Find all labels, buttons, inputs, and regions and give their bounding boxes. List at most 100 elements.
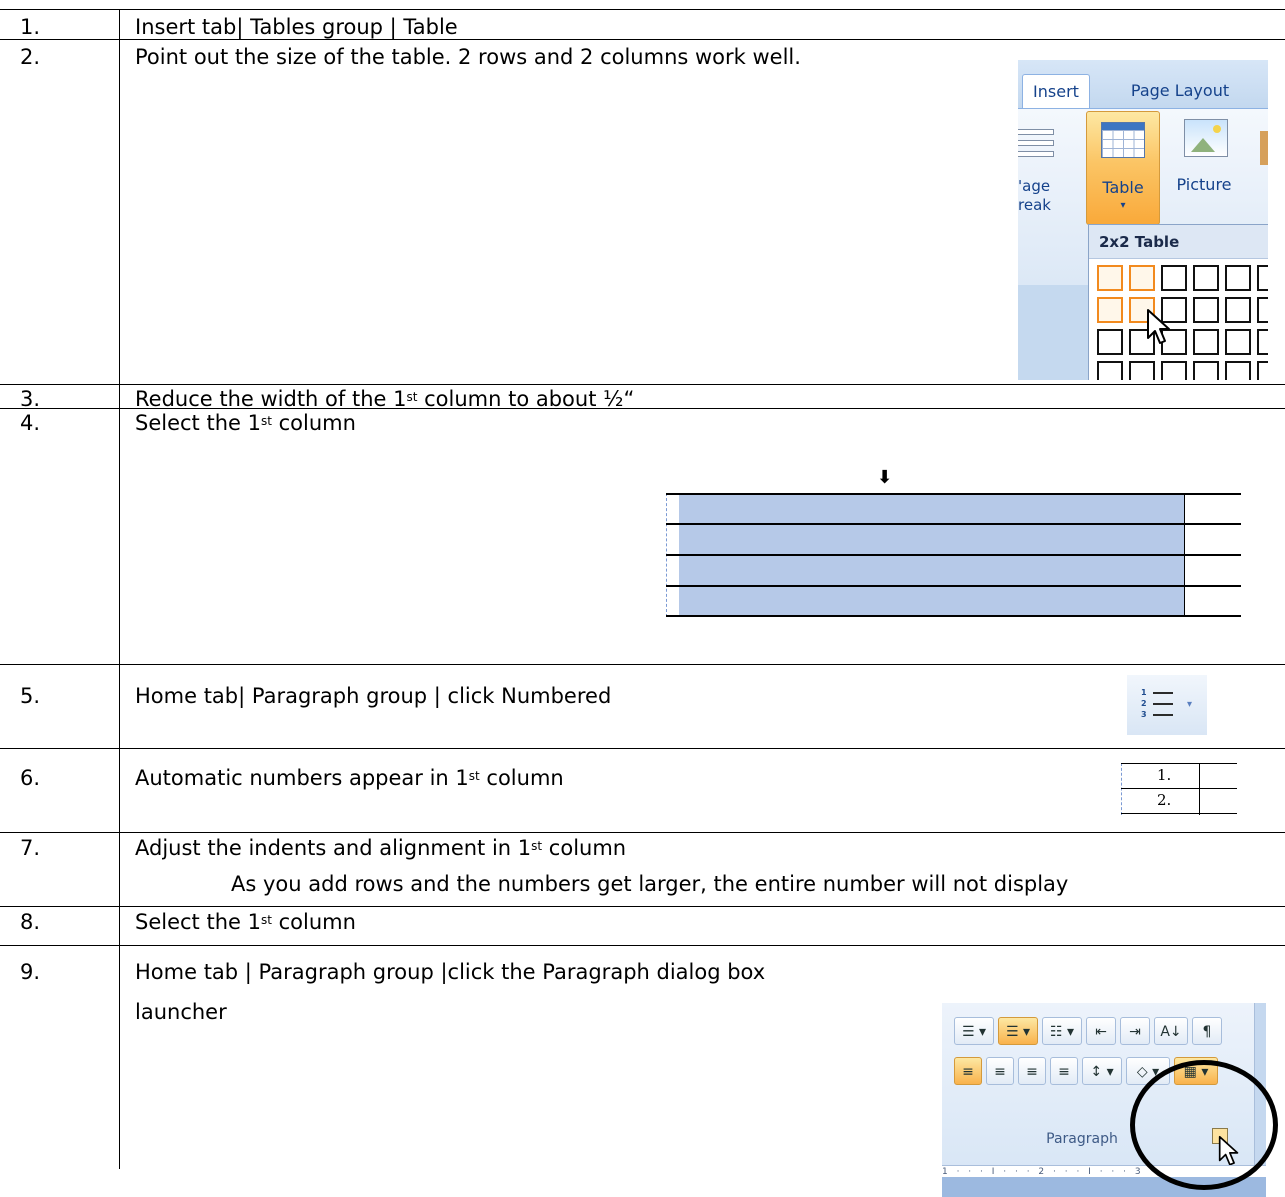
list-digit: 2 xyxy=(1141,699,1147,708)
table-size-cell[interactable] xyxy=(1225,361,1251,380)
table-button-label: Table xyxy=(1102,178,1144,197)
row-border xyxy=(0,384,1285,385)
step-text: Point out the size of the table. 2 rows … xyxy=(135,45,801,69)
picture-button-label: Picture xyxy=(1176,175,1232,194)
step-text-part: column xyxy=(271,910,356,934)
step-text-part: Reduce the width of the 1 xyxy=(135,387,407,411)
ordinal-suffix: st xyxy=(531,839,543,853)
list-line xyxy=(1153,692,1173,694)
row-border xyxy=(0,9,1285,10)
step-text-part: column xyxy=(479,766,564,790)
bullets-button[interactable]: ☰ ▾ xyxy=(954,1017,994,1045)
list-digit: 3 xyxy=(1141,710,1147,719)
line-spacing-button[interactable]: ↕ ▾ xyxy=(1082,1057,1122,1085)
row-border xyxy=(0,39,1285,40)
step-text: Home tab | Paragraph group |click the Pa… xyxy=(135,960,766,984)
dropdown-header: 2x2 Table xyxy=(1089,225,1268,259)
row-line xyxy=(666,615,1241,617)
table-size-cell[interactable] xyxy=(1129,361,1155,380)
table-size-cell[interactable] xyxy=(1193,361,1219,380)
highlight-circle xyxy=(1130,1060,1278,1190)
table-button[interactable]: Table ▾ xyxy=(1086,111,1160,225)
step-text: launcher xyxy=(135,1000,227,1024)
row-border xyxy=(0,664,1285,665)
column-border xyxy=(119,9,120,1169)
chevron-down-icon[interactable]: ▾ xyxy=(1187,699,1192,710)
step-note: As you add rows and the numbers get larg… xyxy=(231,872,1069,896)
sort-button[interactable]: A↓ xyxy=(1154,1017,1188,1045)
table-size-cell[interactable] xyxy=(1097,297,1123,323)
column-select-arrow-icon: ⬇ xyxy=(877,467,893,488)
align-left-button[interactable]: ≡ xyxy=(954,1057,982,1085)
step-text: Home tab| Paragraph group | click Number… xyxy=(135,684,612,708)
table-size-cell[interactable] xyxy=(1097,329,1123,355)
step-number: 8. xyxy=(20,910,41,934)
step-text: Select the 1st column xyxy=(135,910,356,934)
step-text: Insert tab| Tables group | Table xyxy=(135,15,458,39)
table-size-cell[interactable] xyxy=(1225,329,1251,355)
list-line xyxy=(1153,714,1173,716)
table-size-cell[interactable] xyxy=(1161,361,1187,380)
justify-button[interactable]: ≡ xyxy=(1050,1057,1078,1085)
table-size-dropdown: 2x2 Table xyxy=(1088,224,1268,380)
table-size-cell[interactable] xyxy=(1193,265,1219,291)
step-text-part: Select the 1 xyxy=(135,411,261,435)
table-size-cell[interactable] xyxy=(1193,329,1219,355)
auto-number: 2. xyxy=(1157,791,1172,809)
align-right-button[interactable]: ≡ xyxy=(1018,1057,1046,1085)
increase-indent-button[interactable]: ⇥ xyxy=(1120,1017,1150,1045)
numbering-button[interactable]: 1 2 3 ▾ xyxy=(1127,675,1207,735)
numbered-table-preview: 1. 2. xyxy=(1121,763,1237,815)
table-size-cell[interactable] xyxy=(1161,265,1187,291)
table-size-cell[interactable] xyxy=(1257,361,1268,380)
chevron-down-icon: ▾ xyxy=(1120,200,1126,211)
list-digit: 1 xyxy=(1141,688,1147,697)
row-line xyxy=(1121,788,1237,789)
table-size-cell[interactable] xyxy=(1225,265,1251,291)
numbering-button[interactable]: ☰ ▾ xyxy=(998,1017,1038,1045)
ordinal-suffix: st xyxy=(260,414,272,428)
numbered-list-icon: 1 2 3 xyxy=(1141,689,1181,723)
step-text-part: Adjust the indents and alignment in 1 xyxy=(135,836,532,860)
table-size-cell[interactable] xyxy=(1193,297,1219,323)
step-number: 3. xyxy=(20,387,41,411)
decrease-indent-button[interactable]: ⇤ xyxy=(1086,1017,1116,1045)
ordinal-suffix: st xyxy=(468,769,480,783)
row-line xyxy=(666,585,1241,587)
mouse-pointer-icon xyxy=(1147,309,1170,344)
clip-art-icon xyxy=(1260,131,1268,165)
table-size-cell[interactable] xyxy=(1257,329,1268,355)
ordinal-suffix: st xyxy=(260,913,272,927)
insert-ribbon-screenshot: Insert Page Layout 'age reak Table ▾ Pict… xyxy=(1018,60,1268,380)
page-break-label[interactable]: 'age reak xyxy=(1018,177,1051,215)
table-size-cell[interactable] xyxy=(1257,265,1268,291)
table-icon xyxy=(1101,122,1145,158)
tab-insert[interactable]: Insert xyxy=(1022,74,1090,109)
row-line xyxy=(666,523,1241,525)
page-break-label-line: reak xyxy=(1018,196,1051,214)
ribbon-tab-bar: Insert Page Layout xyxy=(1018,60,1268,109)
picture-button[interactable]: Picture xyxy=(1170,119,1250,219)
show-formatting-button[interactable]: ¶ xyxy=(1192,1017,1222,1045)
page-break-label-line: 'age xyxy=(1018,177,1051,195)
step-number: 6. xyxy=(20,766,41,790)
instruction-table: 1. 2. 3. 4. 5. 6. 7. 8. 9. Insert tab| T… xyxy=(0,0,1285,1197)
step-text-part: Automatic numbers appear in 1 xyxy=(135,766,469,790)
table-size-cell[interactable] xyxy=(1097,265,1123,291)
step-number: 2. xyxy=(20,45,41,69)
row-border xyxy=(0,906,1285,907)
align-center-button[interactable]: ≡ xyxy=(986,1057,1014,1085)
tab-page-layout[interactable]: Page Layout xyxy=(1110,74,1250,108)
table-size-cell[interactable] xyxy=(1257,297,1268,323)
table-size-cell[interactable] xyxy=(1129,265,1155,291)
selected-column-table xyxy=(666,493,1241,617)
row-border xyxy=(0,832,1285,833)
page-break-icon xyxy=(1018,129,1054,167)
ordinal-suffix: st xyxy=(406,390,418,404)
table-size-cell[interactable] xyxy=(1225,297,1251,323)
table-size-cell[interactable] xyxy=(1097,361,1123,380)
step-text-part: Select the 1 xyxy=(135,910,261,934)
multilevel-list-button[interactable]: ☷ ▾ xyxy=(1042,1017,1082,1045)
step-text: Reduce the width of the 1st column to ab… xyxy=(135,387,634,411)
step-number: 7. xyxy=(20,836,41,860)
